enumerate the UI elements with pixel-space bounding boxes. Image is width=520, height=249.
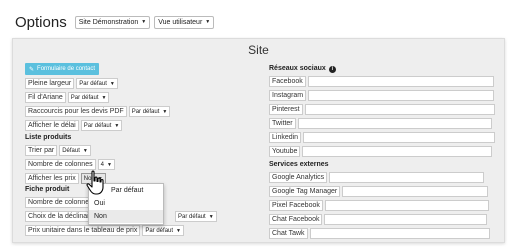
external-row-chat-tawk: Chat Tawk: [269, 228, 490, 239]
chevron-down-icon: ▼: [205, 19, 211, 25]
chevron-down-icon: ▼: [208, 213, 214, 220]
select-value: Par défaut: [79, 80, 107, 87]
social-row-pinterest: Pinterest: [269, 104, 495, 115]
social-label: Pinterest: [269, 104, 303, 115]
chevron-down-icon: ▼: [176, 227, 181, 234]
field-full-width: Pleine largeur Par défaut ▼: [25, 78, 118, 89]
field-label: Fil d'Ariane: [25, 92, 66, 103]
chevron-down-icon: ▼: [101, 94, 107, 101]
social-input[interactable]: [308, 90, 495, 101]
chevron-down-icon: ▼: [141, 19, 147, 25]
view-select[interactable]: Vue utilisateur ▼: [154, 15, 215, 29]
edit-icon: ✎: [29, 66, 35, 73]
field-select[interactable]: Par défaut ▼: [67, 92, 110, 103]
select-value: 4: [100, 161, 104, 168]
select-value: Par défaut: [145, 227, 174, 234]
contact-form-label: Formulaire de contact: [37, 66, 96, 72]
social-label: Twitter: [269, 118, 296, 129]
external-input[interactable]: [342, 186, 489, 197]
external-label: Chat Facebook: [269, 214, 323, 225]
field-pdf-shortcuts: Raccourcis pour les devis PDF Par défaut…: [25, 106, 171, 117]
field-label: Trier par: [25, 145, 58, 156]
info-icon[interactable]: i: [328, 66, 336, 73]
field-select[interactable]: Par défaut ▼: [80, 120, 123, 131]
field-select[interactable]: Par défaut ▼: [76, 78, 118, 89]
external-label: Google Analytics: [269, 172, 328, 183]
field-unit-price: Prix unitaire dans le tableau de prix Pa…: [25, 225, 184, 236]
chevron-down-icon: ▼: [109, 80, 115, 87]
social-input[interactable]: [302, 146, 493, 157]
field-sheet-columns: Nombre de colonnes: [25, 197, 96, 208]
field-label: Afficher les prix: [25, 173, 79, 184]
field-label: Afficher le délai: [25, 120, 79, 131]
field-select[interactable]: Par défaut ▼: [128, 106, 171, 117]
external-row-pixel-facebook: Pixel Facebook: [269, 200, 489, 211]
social-row-youtube: Youtube: [269, 146, 493, 157]
field-select[interactable]: Défaut ▼: [59, 145, 91, 156]
field-label: Prix unitaire dans le tableau de prix: [25, 225, 141, 236]
section-product-list: Liste produits: [25, 134, 72, 141]
select-value: Par défaut: [178, 213, 206, 220]
field-columns: Nombre de colonnes 4 ▼: [25, 159, 115, 170]
external-row-google-analytics: Google Analytics: [269, 172, 485, 183]
menu-option-no[interactable]: Non: [89, 210, 163, 223]
section-product-sheet: Fiche produit: [25, 186, 70, 193]
external-row-google-tag-manager: Google Tag Manager: [269, 186, 489, 197]
top-bar: Options Site Démonstration ▼ Vue utilisat…: [15, 10, 218, 34]
external-input[interactable]: [324, 200, 489, 211]
field-label: Pleine largeur: [25, 78, 75, 89]
hand-pointer-icon: [86, 170, 104, 195]
field-breadcrumb: Fil d'Ariane Par défaut ▼: [25, 92, 110, 103]
select-value: Défaut: [62, 147, 80, 154]
contact-form-button[interactable]: ✎ Formulaire de contact: [25, 63, 100, 75]
field-show-delay: Afficher le délai Par défaut ▼: [25, 120, 123, 131]
external-label: Google Tag Manager: [269, 186, 341, 197]
social-label: Instagram: [269, 90, 307, 101]
chevron-down-icon: ▼: [106, 161, 112, 168]
field-select[interactable]: Par défaut ▼: [142, 225, 184, 236]
field-label: Nombre de colonnes: [25, 159, 96, 170]
social-label: Youtube: [269, 146, 301, 157]
page-title: Options: [15, 13, 67, 31]
social-input[interactable]: [304, 104, 495, 115]
chevron-down-icon: ▼: [114, 122, 120, 129]
social-label: Facebook: [269, 76, 306, 87]
select-value: Par défaut: [70, 94, 99, 101]
social-input[interactable]: [307, 76, 494, 87]
section-social-title: Réseaux sociaux: [269, 65, 326, 72]
site-panel: Site ✎ Formulaire de contact Pleine larg…: [12, 38, 505, 243]
section-social-networks: Réseaux sociaux i: [269, 65, 336, 73]
external-row-chat-facebook: Chat Facebook: [269, 214, 488, 225]
social-row-linkedin: Linkedin: [269, 132, 496, 143]
social-row-facebook: Facebook: [269, 76, 494, 87]
select-value: Par défaut: [83, 122, 112, 129]
view-select-value: Vue utilisateur: [158, 18, 203, 26]
site-select-value: Site Démonstration: [78, 18, 139, 26]
external-input[interactable]: [309, 228, 490, 239]
chevron-down-icon: ▼: [162, 108, 168, 115]
social-row-twitter: Twitter: [269, 118, 492, 129]
chevron-down-icon: ▼: [82, 147, 88, 154]
site-select[interactable]: Site Démonstration ▼: [74, 15, 151, 29]
field-label: Raccourcis pour les devis PDF: [25, 106, 127, 117]
field-label: Nombre de colonnes: [25, 197, 96, 208]
section-external-services: Services externes: [269, 161, 329, 168]
social-input[interactable]: [297, 118, 492, 129]
panel-title: Site: [248, 43, 269, 57]
social-input[interactable]: [303, 132, 496, 143]
external-input[interactable]: [324, 214, 488, 225]
external-label: Chat Tawk: [269, 228, 308, 239]
social-label: Linkedin: [269, 132, 302, 143]
field-select[interactable]: Par défaut ▼: [175, 211, 217, 222]
external-label: Pixel Facebook: [269, 200, 323, 211]
field-select[interactable]: 4 ▼: [97, 159, 115, 170]
menu-option-yes[interactable]: Oui: [89, 197, 163, 210]
social-row-instagram: Instagram: [269, 90, 495, 101]
external-input[interactable]: [329, 172, 485, 183]
select-value: Par défaut: [131, 108, 160, 115]
field-sort-by: Trier par Défaut ▼: [25, 145, 91, 156]
